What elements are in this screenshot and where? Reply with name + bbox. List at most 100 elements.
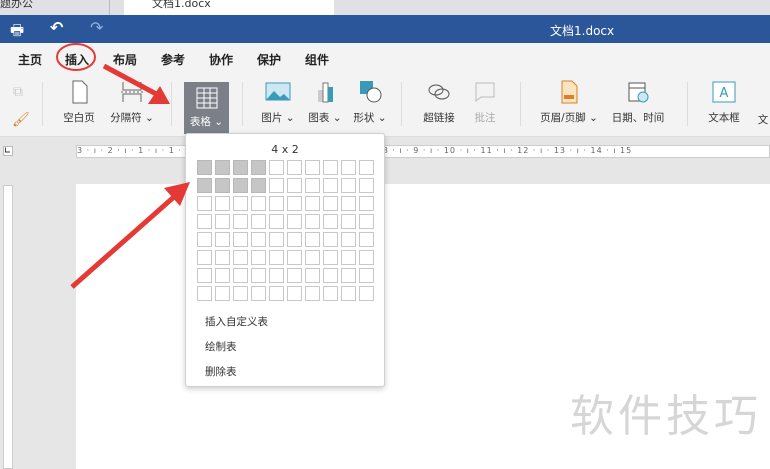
- vertical-ruler[interactable]: [3, 185, 13, 469]
- table-grid-cell[interactable]: [269, 178, 284, 193]
- table-grid-cell[interactable]: [341, 178, 356, 193]
- table-grid-cell[interactable]: [197, 214, 212, 229]
- table-grid-cell[interactable]: [359, 196, 374, 211]
- table-grid-cell[interactable]: [215, 232, 230, 247]
- table-grid-cell[interactable]: [359, 286, 374, 301]
- date-time-button[interactable]: 日期、时间: [608, 80, 668, 125]
- table-grid-cell[interactable]: [287, 268, 302, 283]
- table-grid-cell[interactable]: [251, 268, 266, 283]
- table-grid-cell[interactable]: [215, 160, 230, 175]
- table-grid-cell[interactable]: [341, 286, 356, 301]
- table-grid-cell[interactable]: [323, 196, 338, 211]
- table-grid-cell[interactable]: [215, 196, 230, 211]
- table-grid-cell[interactable]: [197, 196, 212, 211]
- table-grid-cell[interactable]: [269, 250, 284, 265]
- table-grid-cell[interactable]: [251, 286, 266, 301]
- table-grid-cell[interactable]: [287, 286, 302, 301]
- hyperlink-button[interactable]: 超链接: [419, 80, 459, 125]
- picture-button[interactable]: 图片 ⌄: [258, 80, 298, 125]
- table-grid-cell[interactable]: [305, 214, 320, 229]
- table-grid-cell[interactable]: [269, 232, 284, 247]
- textbox-button[interactable]: A 文本框: [705, 80, 743, 125]
- tab-components[interactable]: 组件: [305, 51, 329, 68]
- table-grid-cell[interactable]: [233, 178, 248, 193]
- table-grid-cell[interactable]: [287, 160, 302, 175]
- horizontal-ruler[interactable]: 3 · ı · 2 · ı · 1 · ı · 1 · ı · 2 · ı · …: [76, 145, 770, 158]
- table-grid-cell[interactable]: [359, 160, 374, 175]
- table-grid-cell[interactable]: [323, 214, 338, 229]
- wordart-button[interactable]: 文: [756, 112, 770, 127]
- tab-layout[interactable]: 布局: [113, 51, 137, 68]
- header-footer-button[interactable]: 页眉/页脚 ⌄: [538, 80, 600, 125]
- table-grid-cell[interactable]: [197, 160, 212, 175]
- table-grid-cell[interactable]: [323, 250, 338, 265]
- table-grid-cell[interactable]: [323, 178, 338, 193]
- table-grid-cell[interactable]: [269, 214, 284, 229]
- browser-tab[interactable]: 题办公: [0, 0, 110, 15]
- table-button[interactable]: 表格 ⌄: [184, 82, 229, 134]
- table-grid-cell[interactable]: [341, 160, 356, 175]
- table-grid-cell[interactable]: [233, 268, 248, 283]
- insert-custom-table-item[interactable]: 插入自定义表: [205, 314, 268, 329]
- table-grid-cell[interactable]: [251, 250, 266, 265]
- table-grid-cell[interactable]: [233, 196, 248, 211]
- table-grid-cell[interactable]: [305, 178, 320, 193]
- table-grid-cell[interactable]: [359, 214, 374, 229]
- table-grid-cell[interactable]: [197, 232, 212, 247]
- table-grid-cell[interactable]: [323, 160, 338, 175]
- table-grid-cell[interactable]: [341, 250, 356, 265]
- table-grid-cell[interactable]: [305, 286, 320, 301]
- table-grid-cell[interactable]: [269, 160, 284, 175]
- table-grid-cell[interactable]: [233, 214, 248, 229]
- print-icon[interactable]: 🖶: [10, 20, 24, 45]
- table-grid-cell[interactable]: [359, 232, 374, 247]
- tab-insert[interactable]: 插入: [65, 51, 89, 68]
- table-grid-cell[interactable]: [287, 232, 302, 247]
- table-grid-cell[interactable]: [233, 232, 248, 247]
- table-grid-cell[interactable]: [341, 196, 356, 211]
- table-grid-cell[interactable]: [269, 268, 284, 283]
- table-grid-cell[interactable]: [251, 214, 266, 229]
- table-grid-cell[interactable]: [233, 250, 248, 265]
- tab-home[interactable]: 主页: [18, 51, 42, 68]
- table-grid-cell[interactable]: [215, 178, 230, 193]
- table-grid-cell[interactable]: [269, 286, 284, 301]
- format-painter-icon[interactable]: 🖌: [12, 112, 30, 128]
- comment-button[interactable]: 批注: [470, 80, 500, 125]
- table-grid-cell[interactable]: [287, 250, 302, 265]
- table-grid-cell[interactable]: [305, 160, 320, 175]
- table-grid-cell[interactable]: [305, 250, 320, 265]
- table-grid-cell[interactable]: [251, 160, 266, 175]
- table-grid-cell[interactable]: [359, 178, 374, 193]
- table-grid-cell[interactable]: [323, 286, 338, 301]
- table-grid-cell[interactable]: [215, 286, 230, 301]
- table-grid-cell[interactable]: [287, 178, 302, 193]
- delete-table-item[interactable]: 删除表: [205, 364, 237, 379]
- table-grid-cell[interactable]: [251, 196, 266, 211]
- table-grid-cell[interactable]: [197, 178, 212, 193]
- table-grid-cell[interactable]: [197, 268, 212, 283]
- tab-protect[interactable]: 保护: [257, 51, 281, 68]
- table-grid-cell[interactable]: [323, 232, 338, 247]
- table-grid-cell[interactable]: [215, 268, 230, 283]
- chart-button[interactable]: 图表 ⌄: [305, 80, 345, 125]
- table-grid-cell[interactable]: [305, 232, 320, 247]
- tab-references[interactable]: 参考: [161, 51, 185, 68]
- table-grid-cell[interactable]: [341, 214, 356, 229]
- table-grid-cell[interactable]: [305, 196, 320, 211]
- copy-icon[interactable]: ⧉: [13, 84, 23, 100]
- undo-icon[interactable]: ↶: [50, 18, 63, 37]
- table-grid-cell[interactable]: [269, 196, 284, 211]
- table-grid-cell[interactable]: [197, 286, 212, 301]
- table-grid-cell[interactable]: [197, 250, 212, 265]
- table-grid-cell[interactable]: [359, 250, 374, 265]
- redo-icon[interactable]: ↷: [90, 18, 103, 37]
- section-break-button[interactable]: 分隔符 ⌄: [108, 80, 156, 125]
- table-grid-cell[interactable]: [341, 268, 356, 283]
- table-grid-cell[interactable]: [359, 268, 374, 283]
- table-grid-cell[interactable]: [251, 232, 266, 247]
- tab-collaborate[interactable]: 协作: [209, 51, 233, 68]
- browser-tab-active[interactable]: 文档1.docx: [124, 0, 334, 15]
- table-grid-cell[interactable]: [287, 196, 302, 211]
- table-grid-cell[interactable]: [305, 268, 320, 283]
